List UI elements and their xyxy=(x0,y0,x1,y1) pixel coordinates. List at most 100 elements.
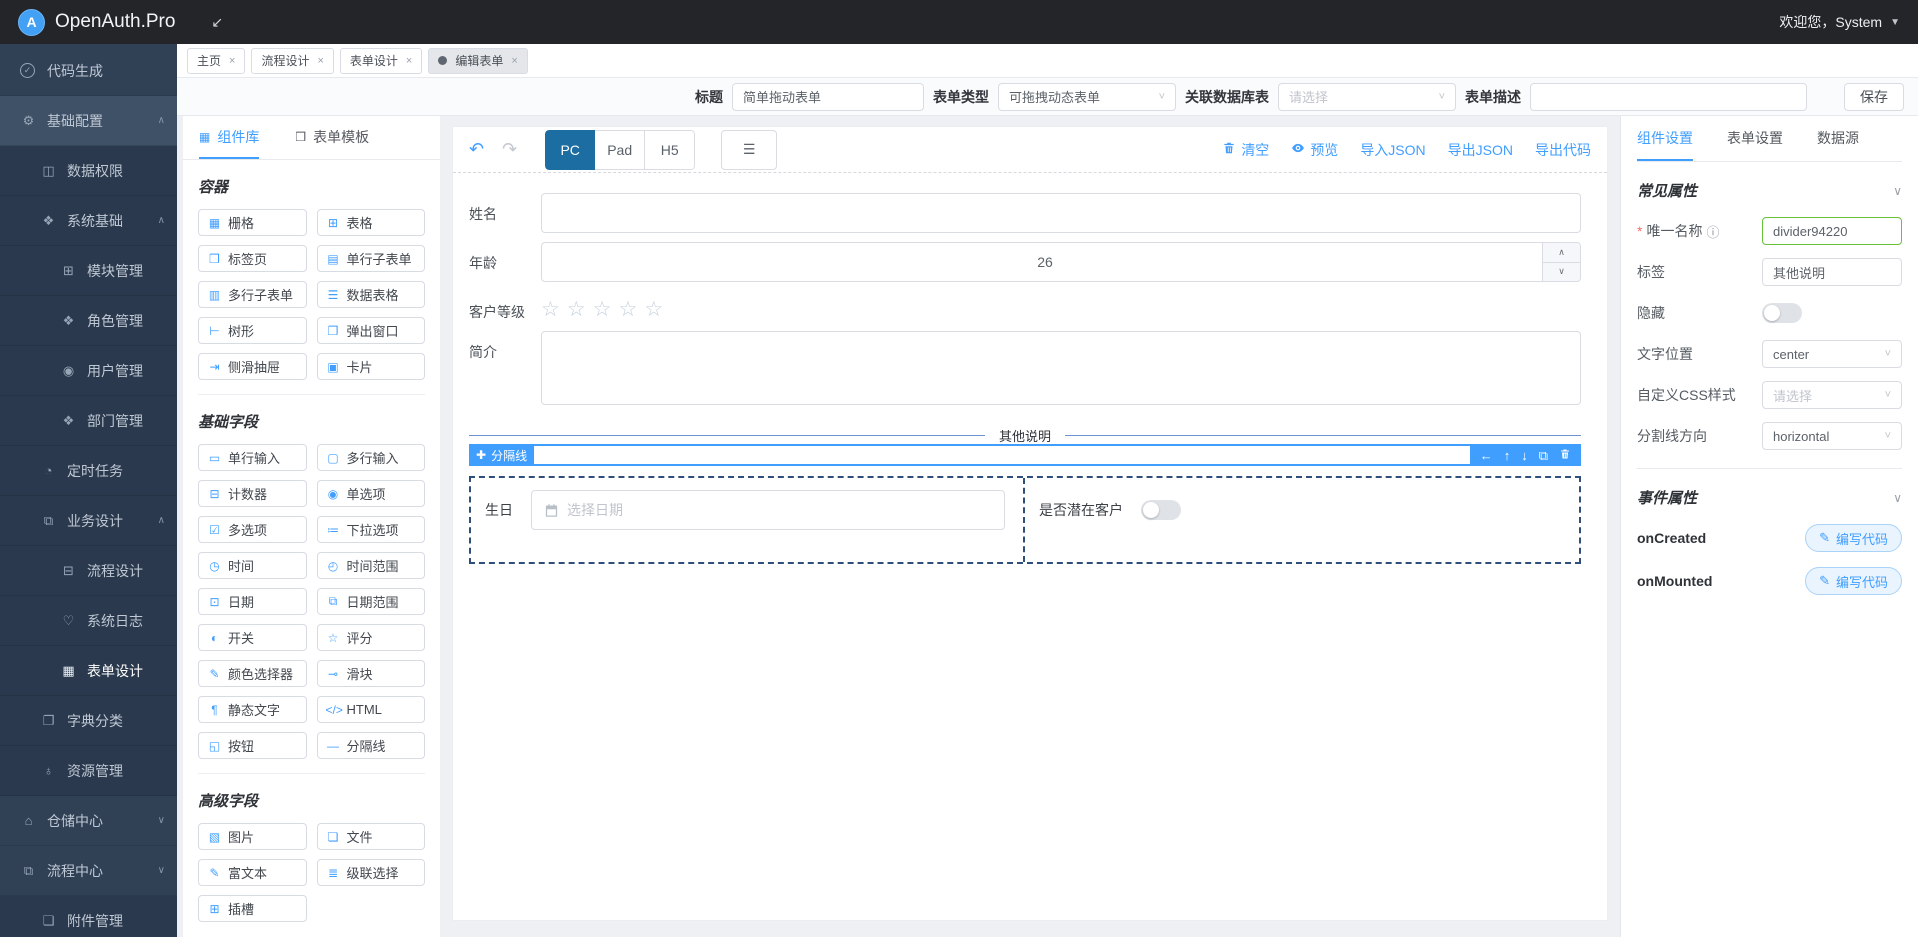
component-rate[interactable]: ☆评分 xyxy=(317,624,426,651)
sidebar-item-basic-config[interactable]: ⚙基础配置∧ xyxy=(0,96,177,146)
component-data-table[interactable]: ☰数据表格 xyxy=(317,281,426,308)
component-image[interactable]: ▧图片 xyxy=(198,823,307,850)
component-file[interactable]: ❏文件 xyxy=(317,823,426,850)
page-tab-home[interactable]: 主页× xyxy=(187,48,245,74)
component-input[interactable]: ▭单行输入 xyxy=(198,444,307,471)
component-slider[interactable]: ⊸滑块 xyxy=(317,660,426,687)
form-desc-input[interactable] xyxy=(1530,83,1807,111)
star-icon[interactable]: ☆ xyxy=(644,299,663,322)
page-tab-edit-form[interactable]: 编辑表单× xyxy=(428,48,527,74)
common-props-section-header[interactable]: 常见属性 ∨ xyxy=(1637,180,1902,201)
form-type-select[interactable]: 可拖拽动态表单 ˅ xyxy=(998,83,1176,111)
component-drawer[interactable]: ⇥侧滑抽屉 xyxy=(198,353,307,380)
sidebar-item-role-management[interactable]: ❖角色管理 xyxy=(0,296,177,346)
props-tab-data-source[interactable]: 数据源 xyxy=(1817,116,1859,161)
star-icon[interactable]: ☆ xyxy=(593,299,612,322)
arrow-up-icon[interactable]: ↑ xyxy=(1504,449,1511,462)
close-icon[interactable]: × xyxy=(406,55,412,67)
divider-drag-handle[interactable]: ✚ 分隔线 xyxy=(469,444,534,466)
undo-icon[interactable]: ↶ xyxy=(469,139,484,160)
page-tab-form-design[interactable]: 表单设计× xyxy=(340,48,422,74)
panel-tab-form-templates[interactable]: ❒表单模板 xyxy=(295,116,369,159)
sidebar-item-business-design[interactable]: ⧉业务设计∧ xyxy=(0,496,177,546)
potential-customer-switch[interactable] xyxy=(1141,500,1181,520)
device-button-pc[interactable]: PC xyxy=(545,130,595,170)
component-radio[interactable]: ◉单选项 xyxy=(317,480,426,507)
component-rich-text[interactable]: ✎富文本 xyxy=(198,859,307,886)
edit-code-button[interactable]: ✎编写代码 xyxy=(1805,567,1902,595)
component-time[interactable]: ◷时间 xyxy=(198,552,307,579)
canvas-action-preview[interactable]: 预览 xyxy=(1291,140,1338,160)
prop-switch[interactable] xyxy=(1762,303,1802,323)
component-time-range[interactable]: ◴时间范围 xyxy=(317,552,426,579)
component-slot[interactable]: ⊞插槽 xyxy=(198,895,307,922)
component-tabs[interactable]: ❒标签页 xyxy=(198,245,307,272)
sidebar-item-process-center[interactable]: ⧉流程中心∨ xyxy=(0,846,177,896)
close-icon[interactable]: × xyxy=(317,55,323,67)
spinner-down-icon[interactable]: ∨ xyxy=(1543,263,1580,282)
props-tab-form-settings[interactable]: 表单设置 xyxy=(1727,116,1783,161)
sidebar-item-resource-management[interactable]: ♁资源管理 xyxy=(0,746,177,796)
component-cascader[interactable]: ≣级联选择 xyxy=(317,859,426,886)
sidebar-item-module-management[interactable]: ⊞模块管理 xyxy=(0,246,177,296)
field-name-input[interactable] xyxy=(541,193,1581,233)
component-multi-subform[interactable]: ▥多行子表单 xyxy=(198,281,307,308)
grid-container[interactable]: 生日 选择日期 是否潜在客户 xyxy=(469,476,1581,564)
field-age-input[interactable] xyxy=(541,242,1581,282)
canvas-action-export-code[interactable]: 导出代码 xyxy=(1535,140,1591,160)
star-icon[interactable]: ☆ xyxy=(541,299,560,322)
component-date[interactable]: ⊡日期 xyxy=(198,588,307,615)
component-grid[interactable]: ▦栅格 xyxy=(198,209,307,236)
sidebar-item-system-logs[interactable]: ♡系统日志 xyxy=(0,596,177,646)
props-tab-component-settings[interactable]: 组件设置 xyxy=(1637,116,1693,161)
prop-select-5[interactable]: horizontal˅ xyxy=(1762,422,1902,450)
component-tree[interactable]: ⊢树形 xyxy=(198,317,307,344)
panel-tab-component-library[interactable]: ▦组件库 xyxy=(199,116,259,159)
canvas-action-import-json[interactable]: 导入JSON xyxy=(1360,140,1425,160)
component-checkbox[interactable]: ☑多选项 xyxy=(198,516,307,543)
prop-input-1[interactable] xyxy=(1762,258,1902,286)
canvas-action-export-json[interactable]: 导出JSON xyxy=(1448,140,1513,160)
component-date-range[interactable]: ⧉日期范围 xyxy=(317,588,426,615)
collapse-sidebar-icon[interactable]: ↙ xyxy=(211,14,223,31)
prop-select-3[interactable]: center˅ xyxy=(1762,340,1902,368)
component-color-picker[interactable]: ✎颜色选择器 xyxy=(198,660,307,687)
prop-input-0[interactable] xyxy=(1762,217,1902,245)
arrow-left-icon[interactable]: ← xyxy=(1480,449,1493,462)
trash-icon[interactable] xyxy=(1559,448,1571,462)
page-tab-flow-design[interactable]: 流程设计× xyxy=(251,48,333,74)
close-icon[interactable]: × xyxy=(511,55,517,67)
sidebar-item-dictionary-category[interactable]: ❐字典分类 xyxy=(0,696,177,746)
sidebar-item-system-base[interactable]: ❖系统基础∧ xyxy=(0,196,177,246)
close-icon[interactable]: × xyxy=(229,55,235,67)
birthday-date-picker[interactable]: 选择日期 xyxy=(531,490,1005,530)
canvas-action-clear[interactable]: 清空 xyxy=(1222,140,1269,160)
component-counter[interactable]: ⊟计数器 xyxy=(198,480,307,507)
component-html[interactable]: </>HTML xyxy=(317,696,426,723)
edit-code-button[interactable]: ✎编写代码 xyxy=(1805,524,1902,552)
sidebar-item-code-generation[interactable]: ✓代码生成 xyxy=(0,46,177,96)
component-switch[interactable]: ◐开关 xyxy=(198,624,307,651)
sidebar-item-data-permission[interactable]: ◫数据权限 xyxy=(0,146,177,196)
sidebar-item-attachment-management[interactable]: ❏附件管理 xyxy=(0,896,177,937)
star-icon[interactable]: ☆ xyxy=(567,299,586,322)
sidebar-item-department-management[interactable]: ❖部门管理 xyxy=(0,396,177,446)
prop-select-4[interactable]: 请选择˅ xyxy=(1762,381,1902,409)
spinner-up-icon[interactable]: ∧ xyxy=(1543,243,1580,263)
component-textarea[interactable]: ▢多行输入 xyxy=(317,444,426,471)
field-intro-textarea[interactable] xyxy=(541,331,1581,405)
sidebar-item-user-management[interactable]: ◉用户管理 xyxy=(0,346,177,396)
sidebar-item-scheduled-tasks[interactable]: ◔定时任务 xyxy=(0,446,177,496)
star-icon[interactable]: ☆ xyxy=(618,299,637,322)
component-single-subform[interactable]: ▤单行子表单 xyxy=(317,245,426,272)
component-button[interactable]: ◱按钮 xyxy=(198,732,307,759)
form-title-input[interactable] xyxy=(732,83,924,111)
component-select[interactable]: ≔下拉选项 xyxy=(317,516,426,543)
save-button[interactable]: 保存 xyxy=(1844,83,1904,111)
divider-component-selected[interactable]: 其他说明 ✚ 分隔线 ←↑↓⧉ xyxy=(469,426,1581,466)
component-divider[interactable]: —分隔线 xyxy=(317,732,426,759)
event-props-section-header[interactable]: 事件属性 ∨ xyxy=(1637,487,1902,508)
form-db-select[interactable]: 请选择 ˅ xyxy=(1278,83,1456,111)
component-popup[interactable]: ❐弹出窗口 xyxy=(317,317,426,344)
copy-icon[interactable]: ⧉ xyxy=(1539,449,1548,462)
